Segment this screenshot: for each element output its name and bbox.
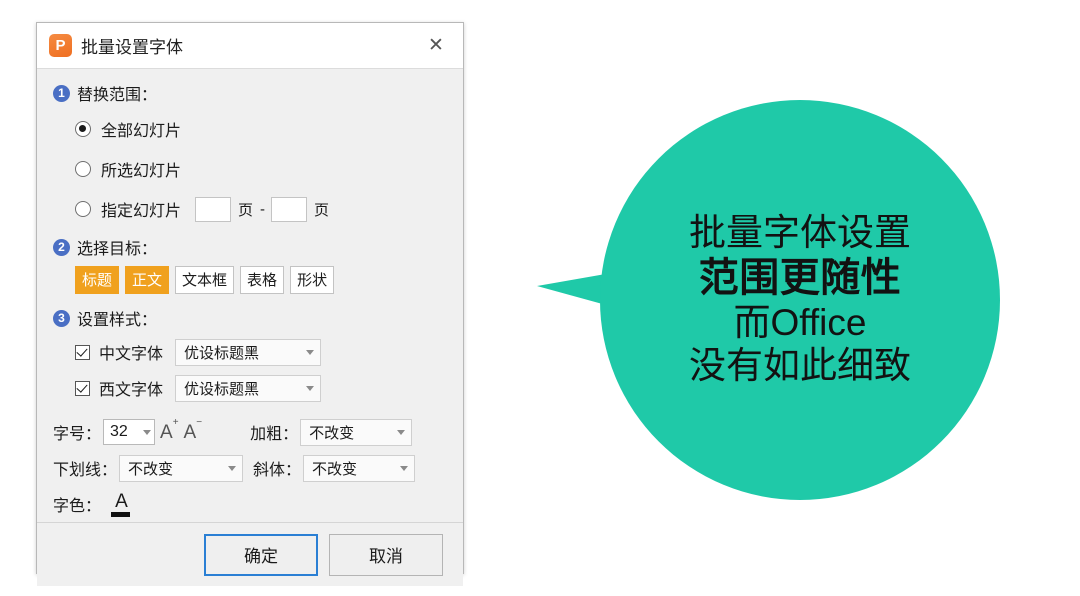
target-chip-group: 标题 正文 文本框 表格 形状 xyxy=(53,266,447,294)
select-cn-font[interactable]: 优设标题黑 xyxy=(175,338,322,366)
underline-italic-row: 下划线： 不改变 斜体： 不改变 xyxy=(53,450,447,486)
font-size-input[interactable]: 32 xyxy=(103,419,156,445)
bubble-line-1: 批量字体设置 xyxy=(689,212,911,254)
section-header-style: 3 设置样式： xyxy=(53,306,447,330)
radio-option-all-slides[interactable]: 全部幻灯片 xyxy=(53,109,447,149)
select-italic[interactable]: 不改变 xyxy=(303,454,416,482)
cn-font-row: 中文字体 优设标题黑 xyxy=(53,334,447,370)
select-italic-value: 不改变 xyxy=(312,460,358,478)
label-font-color: 字色： xyxy=(53,498,102,515)
page-unit-from: 页 xyxy=(238,201,254,219)
font-color-icon[interactable]: A xyxy=(111,492,132,517)
ok-button[interactable]: 确定 xyxy=(204,533,318,576)
dialog-footer: 确定 取消 xyxy=(37,522,463,586)
radio-icon-specified-slides[interactable] xyxy=(75,201,91,217)
bubble-line-2: 范围更随性 xyxy=(698,256,902,301)
target-chip-shape[interactable]: 形状 xyxy=(290,266,335,294)
step-badge-3: 3 xyxy=(53,309,70,327)
page-to-input[interactable] xyxy=(271,196,308,222)
font-color-swatch xyxy=(111,511,131,517)
section-label-scope: 替换范围： xyxy=(77,87,158,104)
section-label-style: 设置样式： xyxy=(77,312,158,329)
en-font-row: 西文字体 优设标题黑 xyxy=(53,370,447,406)
speech-bubble: 批量字体设置 范围更随性 而Office 没有如此细致 xyxy=(600,100,1000,500)
label-cn-font: 中文字体 xyxy=(99,346,164,363)
radio-icon-selected-slides[interactable] xyxy=(75,161,91,177)
select-underline[interactable]: 不改变 xyxy=(119,454,244,482)
target-chip-textbox[interactable]: 文本框 xyxy=(175,266,235,294)
close-icon[interactable]: ✕ xyxy=(419,29,453,63)
section-label-targets: 选择目标： xyxy=(77,241,158,258)
label-bold: 加粗： xyxy=(250,426,299,443)
select-bold[interactable]: 不改变 xyxy=(300,418,413,446)
dialog-title: 批量设置字体 xyxy=(81,38,183,57)
font-color-row: 字色： A xyxy=(53,486,447,522)
chevron-down-icon[interactable] xyxy=(143,429,152,435)
bubble-line-4: 没有如此细致 xyxy=(689,344,911,386)
radio-label-selected-slides: 所选幻灯片 xyxy=(101,163,182,180)
radio-option-specified-slides[interactable]: 指定幻灯片 页 - 页 xyxy=(53,189,447,229)
select-bold-value: 不改变 xyxy=(309,424,355,442)
page-unit-to: 页 xyxy=(314,201,330,219)
select-underline-value: 不改变 xyxy=(128,460,174,478)
dialog-titlebar: P 批量设置字体 ✕ xyxy=(37,23,463,69)
bubble-line-3: 而Office xyxy=(733,301,867,343)
section-header-targets: 2 选择目标： xyxy=(53,235,447,259)
chevron-down-icon xyxy=(400,465,409,471)
select-cn-font-value: 优设标题黑 xyxy=(184,344,260,362)
checkbox-cn-font[interactable] xyxy=(75,344,90,360)
section-header-scope: 1 替换范围： xyxy=(53,81,447,105)
target-chip-title[interactable]: 标题 xyxy=(75,266,120,294)
step-badge-1: 1 xyxy=(53,84,70,102)
step-badge-2: 2 xyxy=(53,238,70,256)
chevron-down-icon xyxy=(306,385,315,391)
batch-font-dialog: P 批量设置字体 ✕ 1 替换范围： 全部幻灯片 所选幻灯片 指定幻灯片 页 -… xyxy=(36,22,464,586)
target-chip-body[interactable]: 正文 xyxy=(125,266,170,294)
label-italic: 斜体： xyxy=(253,462,302,479)
radio-option-selected-slides[interactable]: 所选幻灯片 xyxy=(53,149,447,189)
radio-icon-all-slides[interactable] xyxy=(75,121,91,137)
cancel-button[interactable]: 取消 xyxy=(329,533,443,576)
chevron-down-icon xyxy=(397,429,406,435)
dialog-body: 1 替换范围： 全部幻灯片 所选幻灯片 指定幻灯片 页 - 页 2 选择目标： … xyxy=(37,69,463,522)
font-size-bold-row: 字号： 32 A+ A− 加粗： 不改变 xyxy=(53,414,447,450)
chevron-down-icon xyxy=(228,465,237,471)
page-range-dash: - xyxy=(260,200,266,218)
decrease-font-size-icon[interactable]: A− xyxy=(184,418,203,442)
label-en-font: 西文字体 xyxy=(99,382,164,399)
wps-presentation-icon: P xyxy=(49,34,72,57)
page-from-input[interactable] xyxy=(195,196,232,222)
increase-font-size-icon[interactable]: A+ xyxy=(160,418,179,442)
select-en-font-value: 优设标题黑 xyxy=(184,380,260,398)
chevron-down-icon xyxy=(306,349,315,355)
checkbox-en-font[interactable] xyxy=(75,380,90,396)
label-underline: 下划线： xyxy=(53,462,118,479)
radio-label-specified-slides: 指定幻灯片 xyxy=(101,203,182,220)
font-size-value: 32 xyxy=(110,423,128,440)
label-font-size: 字号： xyxy=(53,426,102,443)
target-chip-table[interactable]: 表格 xyxy=(240,266,285,294)
radio-label-all-slides: 全部幻灯片 xyxy=(101,123,182,140)
select-en-font[interactable]: 优设标题黑 xyxy=(175,374,322,402)
font-color-letter: A xyxy=(115,490,128,512)
